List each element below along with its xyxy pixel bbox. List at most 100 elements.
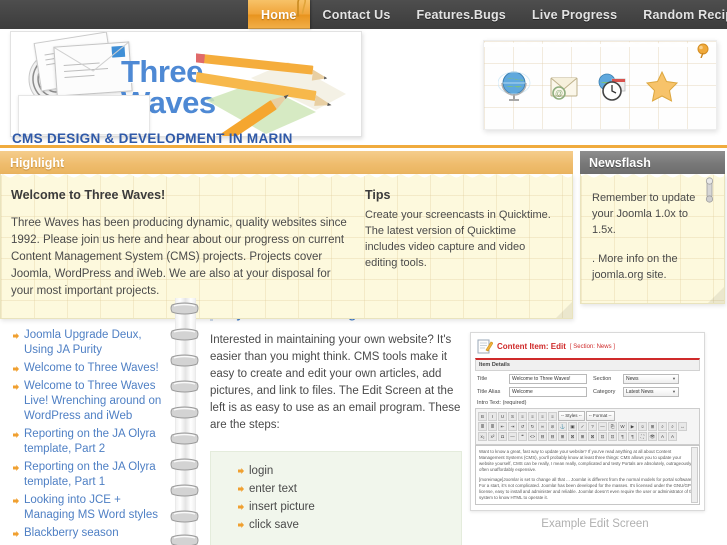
undo-button[interactable]: ↺	[518, 422, 527, 431]
list-item[interactable]: Welcome to Three Waves Live! Wrenching a…	[24, 379, 166, 424]
fullscreen-button[interactable]: ⛶	[638, 432, 647, 441]
alias-field-row: Title Alias Welcome	[477, 387, 587, 397]
ordered-list-button[interactable]: ≣	[488, 422, 497, 431]
example-edit-screen-image: Content Item: Edit [ Section: News ] Ite…	[470, 332, 705, 511]
insert-col-button[interactable]: ⊞	[578, 432, 587, 441]
merge-cell-button[interactable]: ⊡	[608, 432, 617, 441]
hr-button[interactable]: —	[598, 422, 607, 431]
rtl-button[interactable]: ¶	[628, 432, 637, 441]
pushpin-icon	[697, 43, 709, 58]
editor-scrollbar[interactable]	[691, 447, 698, 503]
list-item[interactable]: Joomla Upgrade Deux, Using JA Purity	[24, 328, 166, 358]
intro-text-label: Intro Text: (required)	[477, 400, 527, 406]
newsflash-header-bar: Newsflash	[580, 151, 725, 174]
section-select-value: News	[626, 376, 639, 382]
list-item[interactable]: Welcome to Three Waves!	[24, 361, 166, 376]
paste-button[interactable]: ⎘	[608, 422, 617, 431]
unlink-button[interactable]: ⊘	[548, 422, 557, 431]
forecolor-button[interactable]: A	[658, 432, 667, 441]
insert-row-button[interactable]: ⊞	[558, 432, 567, 441]
paste-word-button[interactable]: W	[618, 422, 627, 431]
link-button[interactable]: ∞	[538, 422, 547, 431]
help-button[interactable]: ?	[588, 422, 597, 431]
backcolor-button[interactable]: A	[668, 432, 677, 441]
newsflash-paragraph-2: . More info on the joomla.org site.	[592, 253, 678, 281]
recent-article-link: Joomla Upgrade Deux, Using JA Purity	[24, 329, 142, 356]
editor-paragraph-2: [moreimage]Joomla! is set to change all …	[479, 477, 696, 500]
outdent-button[interactable]: ⇤	[498, 422, 507, 431]
highlight-welcome-heading: Welcome to Three Waves!	[11, 188, 166, 202]
emoticon-button[interactable]: ☺	[638, 422, 647, 431]
code-button[interactable]: <>	[528, 432, 537, 441]
media-button[interactable]: ▶	[628, 422, 637, 431]
cleanup-button[interactable]: ✓	[578, 422, 587, 431]
align-center-button[interactable]: ≡	[528, 411, 537, 421]
format-select[interactable]: -- Format --	[585, 411, 615, 421]
table-cell-button[interactable]: ⊟	[538, 432, 547, 441]
article-intro-paragraph: Interested in maintaining your own websi…	[210, 334, 461, 431]
section-field-row: Section News ▼	[593, 374, 679, 384]
align-left-button[interactable]: ≡	[518, 411, 527, 421]
list-item[interactable]: Blackberry season	[24, 526, 166, 541]
highlight-tips-column: Tips Create your screencasts in Quicktim…	[365, 188, 555, 300]
align-justify-button[interactable]: ≡	[548, 411, 557, 421]
highlight-module: Highlight Welcome to Three Waves! Three …	[0, 151, 573, 319]
list-item: click save	[249, 517, 451, 533]
shot-title-main: Content Item: Edit	[497, 342, 566, 351]
toolbar-row-2: ≣ ≣ ⇤ ⇥ ↺ ↻ ∞ ⊘ ⚓ ▣ ✓ ? — ⎘ W ▶ ☺ ⊞ ⌕ ⌕ …	[478, 422, 697, 431]
hr2-button[interactable]: —	[508, 432, 517, 441]
email-at-icon: @	[550, 77, 578, 100]
section-select[interactable]: News ▼	[623, 374, 679, 384]
nav-item-random-recipes-label: Random Recipes	[643, 7, 727, 22]
image-button[interactable]: ▣	[568, 422, 577, 431]
spiral-ring-icon	[170, 484, 199, 497]
search-button[interactable]: ⌕	[668, 422, 677, 431]
blockquote-button[interactable]: ❝	[518, 432, 527, 441]
align-right-button[interactable]: ≡	[538, 411, 547, 421]
unordered-list-button[interactable]: ≣	[478, 422, 487, 431]
list-item[interactable]: Looking into JCE + Managing MS Word styl…	[24, 493, 166, 523]
table-button[interactable]: ⊞	[648, 422, 657, 431]
main-article: Try Out a Self-Editing Website Tool! Int…	[210, 298, 727, 545]
nav-item-contact-us[interactable]: Contact Us	[310, 0, 404, 29]
logo-card-shadow-sheet	[18, 95, 150, 135]
highlight-header-bar: Highlight	[0, 151, 573, 174]
list-item[interactable]: Reporting on the JA Olyra template, Part…	[24, 460, 166, 490]
split-cell-button[interactable]: ⊡	[598, 432, 607, 441]
editor-toolbar: B I U S ≡ ≡ ≡ ≡ -- Styles -- -- Format -…	[475, 408, 700, 445]
redo-button[interactable]: ↻	[528, 422, 537, 431]
title-field-row: Title Welcome to Three Waves!	[477, 374, 587, 384]
strikethrough-button[interactable]: S	[508, 411, 517, 421]
editor-content-area[interactable]: Want to know a great, fast way to update…	[475, 445, 700, 505]
italic-button[interactable]: I	[488, 411, 497, 421]
superscript-button[interactable]: x²	[488, 432, 497, 441]
list-item[interactable]: Reporting on the JA Olyra template, Part…	[24, 427, 166, 457]
alias-field-input[interactable]: Welcome	[509, 387, 587, 397]
bold-button[interactable]: B	[478, 411, 487, 421]
indent-button[interactable]: ⇥	[508, 422, 517, 431]
replace-button[interactable]: ↔	[678, 422, 687, 431]
recent-article-link: Blackberry season	[24, 527, 119, 539]
newsflash-paragraph-1: Remember to update your Joomla 1.0x to 1…	[592, 192, 696, 236]
content-edit-icon	[477, 339, 493, 354]
category-field-label: Category	[593, 389, 616, 395]
ltr-button[interactable]: ¶	[618, 432, 627, 441]
row-props-button[interactable]: ⊟	[548, 432, 557, 441]
charmap-button[interactable]: Ω	[498, 432, 507, 441]
preview-button[interactable]: 👁	[648, 432, 657, 441]
site-header: Three Waves CMS DESIGN & DEVELOPMENT IN …	[0, 29, 727, 148]
delete-col-button[interactable]: ⊠	[588, 432, 597, 441]
nav-item-features-bugs[interactable]: Features.Bugs	[404, 0, 519, 29]
underline-button[interactable]: U	[498, 411, 507, 421]
styles-select[interactable]: -- Styles --	[558, 411, 585, 421]
nav-item-home[interactable]: Home	[248, 0, 310, 29]
nav-item-random-recipes[interactable]: Random Recipes	[630, 0, 727, 29]
category-select[interactable]: Latest News ▼	[623, 387, 679, 397]
nav-item-live-progress[interactable]: Live Progress	[519, 0, 630, 29]
title-field-input[interactable]: Welcome to Three Waves!	[509, 374, 587, 384]
subscript-button[interactable]: x₂	[478, 432, 487, 441]
anchor-button[interactable]: ⚓	[558, 422, 567, 431]
delete-row-button[interactable]: ⊠	[568, 432, 577, 441]
zoom-button[interactable]: ⌕	[658, 422, 667, 431]
pencils-illustration	[196, 53, 346, 136]
